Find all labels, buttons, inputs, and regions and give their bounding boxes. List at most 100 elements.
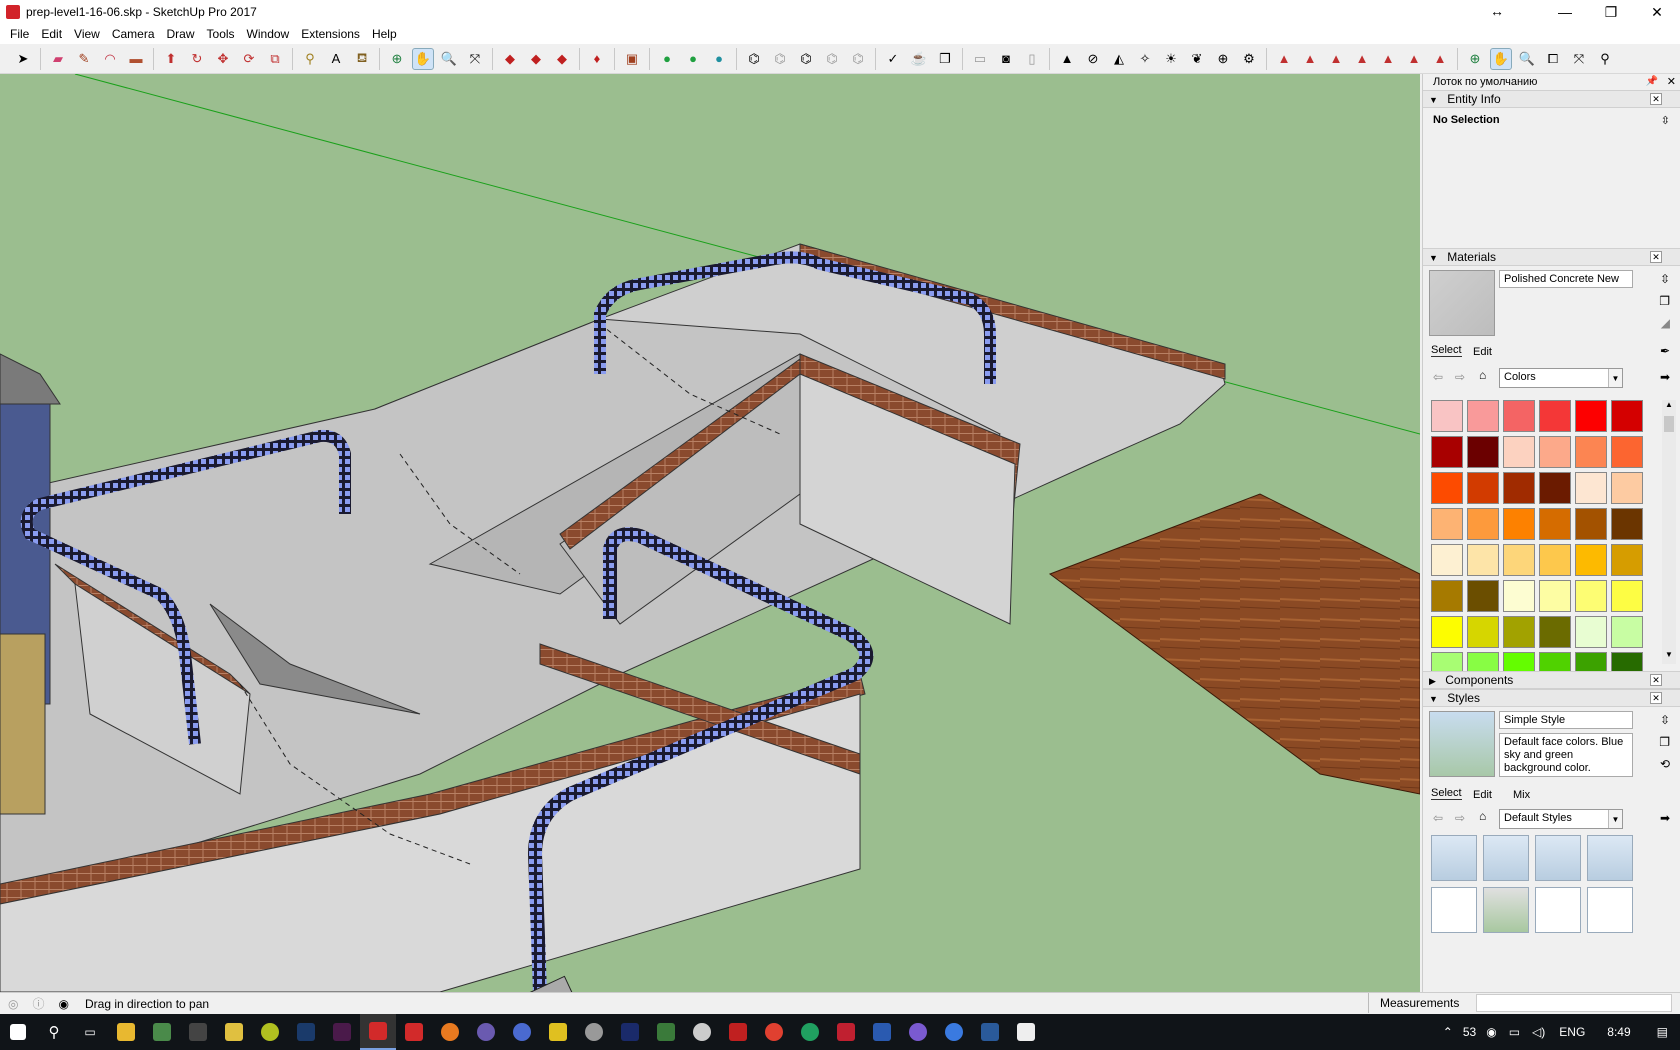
style-thumbnail[interactable] <box>1483 835 1529 881</box>
pan-tool-icon[interactable]: ✋ <box>412 47 434 70</box>
gear-icon[interactable]: ⚙ <box>1238 48 1260 70</box>
tray-chevron-icon[interactable]: ⌃ <box>1443 1025 1453 1039</box>
color-swatch[interactable] <box>1575 436 1607 468</box>
color-swatch[interactable] <box>1575 544 1607 576</box>
paint-bucket-icon[interactable]: ⛾ <box>351 48 373 70</box>
pin-icon[interactable]: 📌 <box>1646 74 1658 90</box>
sandbox-icon[interactable]: ▲ <box>1273 48 1295 70</box>
eyedropper-icon[interactable]: ✒ <box>1660 344 1670 358</box>
color-swatch[interactable] <box>1503 508 1535 540</box>
app-icon[interactable] <box>936 1014 972 1050</box>
rectangle-tool-icon[interactable]: ▬ <box>125 48 147 70</box>
color-swatch[interactable] <box>1503 400 1535 432</box>
ruby-console-icon[interactable]: ♦ <box>586 48 608 70</box>
menu-help[interactable]: Help <box>366 27 403 41</box>
color-swatch[interactable] <box>1611 472 1643 504</box>
menu-window[interactable]: Window <box>241 27 296 41</box>
style-thumbnail[interactable] <box>1587 887 1633 933</box>
app-icon[interactable] <box>504 1014 540 1050</box>
tape-measure-icon[interactable]: ⚲ <box>299 48 321 70</box>
app-icon[interactable] <box>468 1014 504 1050</box>
viber-icon[interactable] <box>900 1014 936 1050</box>
entity-details-icon[interactable]: ⇳ <box>1661 114 1670 127</box>
app-icon[interactable] <box>684 1014 720 1050</box>
arc-tool-icon[interactable]: ◠ <box>99 48 121 70</box>
minimize-button[interactable]: — <box>1542 0 1588 24</box>
scroll-down-icon[interactable]: ▼ <box>1662 650 1676 664</box>
color-swatch[interactable] <box>1431 508 1463 540</box>
create-style-icon[interactable]: ❐ <box>1659 735 1670 749</box>
color-swatch[interactable] <box>1539 472 1571 504</box>
scroll-thumb[interactable] <box>1664 416 1674 432</box>
scale-tool-icon[interactable]: ⧉ <box>264 48 286 70</box>
color-swatch[interactable] <box>1575 508 1607 540</box>
warehouse-icon[interactable]: ◆ <box>499 48 521 70</box>
materials-tab-select[interactable]: Select <box>1431 344 1462 357</box>
menu-edit[interactable]: Edit <box>35 27 68 41</box>
menu-draw[interactable]: Draw <box>161 27 201 41</box>
chrome-icon[interactable] <box>756 1014 792 1050</box>
photoshop-icon[interactable] <box>288 1014 324 1050</box>
user-icon[interactable]: ◉ <box>59 997 69 1011</box>
app-icon[interactable] <box>540 1014 576 1050</box>
styles-home-icon[interactable]: ⌂ <box>1479 809 1486 823</box>
clock[interactable]: 8:49 <box>1607 1025 1630 1039</box>
mail-icon[interactable] <box>828 1014 864 1050</box>
restore-button[interactable]: ❐ <box>1588 0 1634 24</box>
update-style-icon[interactable]: ⟲ <box>1660 757 1670 771</box>
forward-arrow-icon[interactable]: ⇨ <box>1455 370 1465 384</box>
material-details-icon[interactable]: ⇳ <box>1660 272 1670 286</box>
sandbox-scratch-icon[interactable]: ▲ <box>1325 48 1347 70</box>
color-swatch[interactable] <box>1431 580 1463 612</box>
blender-icon[interactable] <box>432 1014 468 1050</box>
app-icon[interactable] <box>792 1014 828 1050</box>
check-icon[interactable]: ✓ <box>882 48 904 70</box>
push-pull-tool-icon[interactable]: ⬆ <box>160 48 182 70</box>
color-swatch[interactable] <box>1611 580 1643 612</box>
app-icon[interactable] <box>396 1014 432 1050</box>
move-tool-icon[interactable]: ✥ <box>212 48 234 70</box>
text-tool-icon[interactable]: A <box>325 48 347 70</box>
geo-location-icon[interactable]: ◎ <box>8 997 18 1011</box>
style-name-field[interactable]: Simple Style <box>1499 711 1633 729</box>
app-icon[interactable] <box>612 1014 648 1050</box>
create-material-icon[interactable]: ❐ <box>1659 294 1670 308</box>
color-swatch[interactable] <box>1611 616 1643 648</box>
shaded-icon[interactable]: ⌬ <box>847 48 869 70</box>
color-swatch[interactable] <box>1611 400 1643 432</box>
color-swatch[interactable] <box>1467 400 1499 432</box>
color-swatch[interactable] <box>1611 544 1643 576</box>
pan-2-icon[interactable]: ✋ <box>1490 47 1512 70</box>
styles-tab-mix[interactable]: Mix <box>1513 789 1530 801</box>
back-arrow-icon[interactable]: ⇦ <box>1433 370 1443 384</box>
color-swatch[interactable] <box>1611 436 1643 468</box>
model-viewport[interactable] <box>0 74 1420 992</box>
layer-add-icon[interactable]: ● <box>656 48 678 70</box>
entity-info-header[interactable]: ▼ Entity Info ✕ <box>1423 90 1680 108</box>
scroll-up-icon[interactable]: ▲ <box>1662 400 1676 414</box>
rotate-tool-icon[interactable]: ⟳ <box>238 48 260 70</box>
sketchup-taskbar-icon[interactable] <box>360 1014 396 1050</box>
app-icon[interactable] <box>648 1014 684 1050</box>
select-tool-icon[interactable]: ➤ <box>12 48 34 70</box>
style-description-field[interactable]: Default face colors. Blue sky and green … <box>1499 733 1633 777</box>
color-swatch[interactable] <box>1539 508 1571 540</box>
back-edges-icon[interactable]: ⌬ <box>769 48 791 70</box>
sandbox-detail-icon[interactable]: ▲ <box>1429 48 1451 70</box>
leaf-icon[interactable]: ❦ <box>1186 48 1208 70</box>
color-swatch[interactable] <box>1575 472 1607 504</box>
menu-camera[interactable]: Camera <box>106 27 161 41</box>
box-icon[interactable]: ▭ <box>969 48 991 70</box>
color-swatch[interactable] <box>1503 544 1535 576</box>
zoom-extents-icon[interactable]: ⤧ <box>464 48 486 70</box>
style-thumbnail[interactable] <box>1483 887 1529 933</box>
zoom-2-icon[interactable]: 🔍 <box>1516 48 1538 70</box>
color-swatch[interactable] <box>1431 436 1463 468</box>
style-library-dropdown[interactable]: Default Styles ▼ <box>1499 809 1623 829</box>
graduation-icon[interactable]: ▲ <box>1056 48 1078 70</box>
style-details-icon[interactable]: ⇳ <box>1660 713 1670 727</box>
sandbox-stamp-icon[interactable]: ▲ <box>1377 48 1399 70</box>
styles-details-arrow-icon[interactable]: ➡ <box>1660 811 1670 825</box>
lock-icon[interactable]: ▯ <box>1021 48 1043 70</box>
color-swatch[interactable] <box>1467 544 1499 576</box>
